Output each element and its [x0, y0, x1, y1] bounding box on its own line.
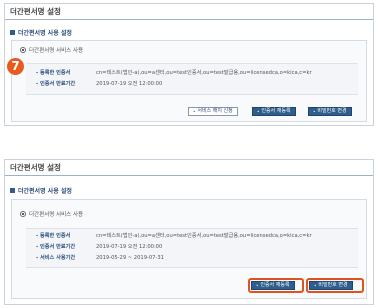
section-title: 더간편서명 사용 설정 — [10, 28, 72, 37]
info-row-service-period: 서비스 사용기간 2019-05-29 ~ 2019-07-31 — [36, 254, 354, 262]
section-title-text: 더간편서명 사용 설정 — [18, 30, 72, 37]
row-label: 등록한 인증서 — [36, 232, 96, 240]
row-value: cn=테스트(법인-a),ou=a센터,ou=test인증서,ou=test발급… — [96, 233, 312, 239]
row-label: 서비스 사용기간 — [36, 254, 96, 262]
certificate-info: 등록한 인증서 cn=테스트(법인-a),ou=a센터,ou=test인증서,o… — [26, 228, 358, 268]
page-title: 더간편서명 설정 — [5, 160, 373, 176]
bullet-icon: • — [257, 109, 260, 114]
page-title: 더간편서명 설정 — [5, 4, 373, 20]
bullet-icon: • — [313, 109, 316, 114]
certificate-info: 등록한 인증서 cn=테스트(법인-a),ou=a센터,ou=test인증서,o… — [26, 63, 358, 95]
change-password-button[interactable]: • 비밀번호 변경 — [308, 107, 352, 116]
service-settings-box: 더간편서명 서비스 사용 등록한 인증서 cn=테스트(법인-a),ou=a센터… — [11, 199, 367, 299]
bullet-icon: • — [314, 283, 317, 288]
radio-label: 더간편서명 서비스 사용 — [29, 212, 84, 218]
cancel-service-button[interactable]: • 서비스 해지 신청 — [188, 107, 238, 116]
radio-selected-icon[interactable] — [20, 211, 26, 217]
radio-selected-icon[interactable] — [20, 47, 26, 53]
bullet-icon: • — [193, 109, 196, 114]
bullet-icon: • — [256, 283, 259, 288]
info-row-cert-expiry: 인증서 만료기간 2019-07-19 오전 12:00:00 — [36, 243, 354, 251]
service-use-radio[interactable]: 더간편서명 서비스 사용 — [20, 210, 83, 218]
row-value: cn=테스트(법인-a),ou=a센터,ou=test인증서,ou=test발급… — [96, 70, 312, 76]
button-label: 인증서 재등록 — [261, 108, 291, 114]
row-value: 2019-05-29 ~ 2019-07-31 — [96, 255, 164, 261]
row-label: 인증서 만료기간 — [36, 80, 96, 88]
button-label: 인증서 재등록 — [260, 282, 290, 288]
service-use-radio[interactable]: 더간편서명 서비스 사용 — [20, 46, 83, 54]
info-row-registered-cert: 등록한 인증서 cn=테스트(법인-a),ou=a센터,ou=test인증서,o… — [36, 232, 354, 240]
button-label: 비밀번호 변경 — [318, 282, 348, 288]
settings-panel-1: 더간편서명 설정 더간편서명 사용 설정 더간편서명 서비스 사용 등록한 인증… — [4, 3, 374, 126]
service-settings-box: 더간편서명 서비스 사용 등록한 인증서 cn=테스트(법인-a),ou=a센터… — [11, 40, 367, 122]
section-bullet-icon — [10, 30, 15, 35]
button-label: 비밀번호 변경 — [317, 108, 347, 114]
reregister-cert-button[interactable]: • 인증서 재등록 — [251, 281, 295, 290]
reregister-cert-button[interactable]: • 인증서 재등록 — [252, 107, 296, 116]
row-label: 등록한 인증서 — [36, 69, 96, 77]
row-label: 인증서 만료기간 — [36, 243, 96, 251]
step-badge: 7 — [7, 58, 24, 75]
button-label: 서비스 해지 신청 — [197, 108, 233, 114]
section-bullet-icon — [10, 188, 15, 193]
row-value: 2019-07-19 오전 12:00:00 — [96, 81, 163, 87]
info-row-registered-cert: 등록한 인증서 cn=테스트(법인-a),ou=a센터,ou=test인증서,o… — [36, 69, 354, 77]
section-title: 더간편서명 사용 설정 — [10, 186, 72, 195]
row-value: 2019-07-19 오전 12:00:00 — [96, 244, 163, 250]
section-title-text: 더간편서명 사용 설정 — [18, 188, 72, 195]
radio-label: 더간편서명 서비스 사용 — [29, 48, 84, 54]
info-row-cert-expiry: 인증서 만료기간 2019-07-19 오전 12:00:00 — [36, 80, 354, 88]
settings-panel-2: 더간편서명 설정 더간편서명 사용 설정 더간편서명 서비스 사용 등록한 인증… — [4, 159, 374, 305]
change-password-button[interactable]: • 비밀번호 변경 — [309, 281, 353, 290]
